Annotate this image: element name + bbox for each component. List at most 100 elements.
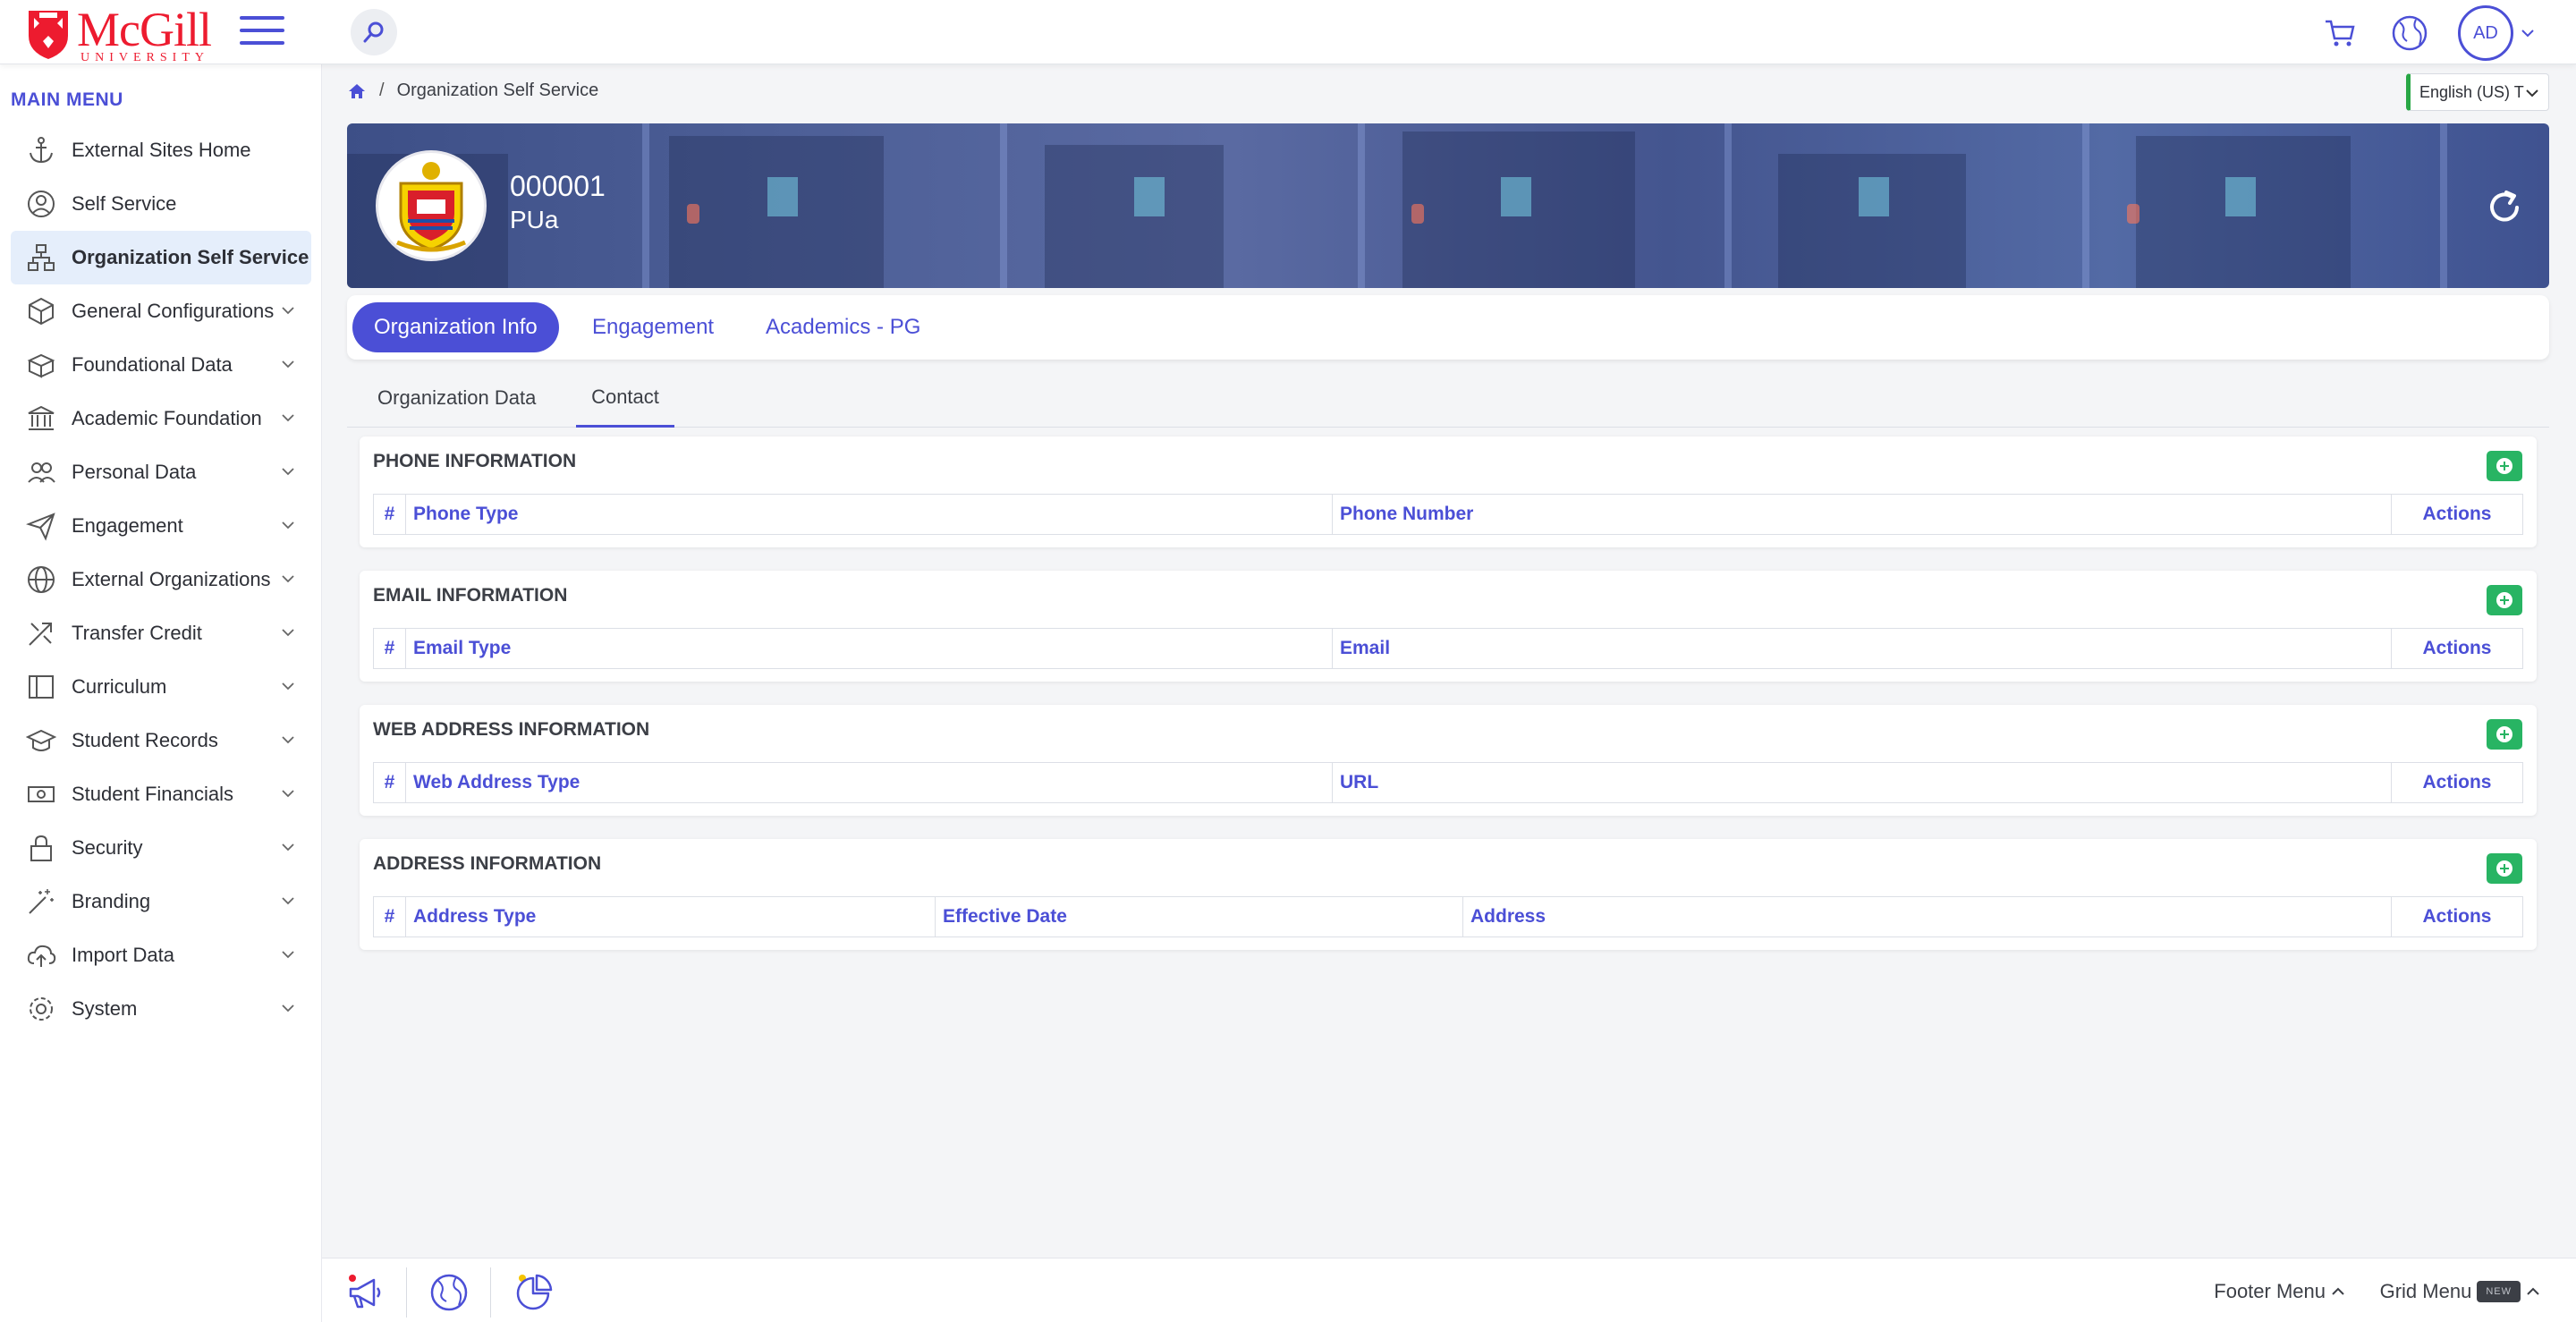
- organization-logo: [376, 150, 487, 261]
- sidebar-item-label: Academic Foundation: [72, 407, 262, 429]
- sidebar-item-personal-data[interactable]: Personal Data: [11, 445, 311, 499]
- footer-menu-label: Footer Menu: [2214, 1280, 2326, 1302]
- analytics-button[interactable]: [512, 1271, 555, 1314]
- grid-menu-toggle[interactable]: Grid Menu NEW: [2380, 1280, 2540, 1303]
- chevron-down-icon: [282, 468, 294, 476]
- add-email-button[interactable]: [2487, 585, 2522, 615]
- column-header[interactable]: URL: [1333, 763, 2392, 802]
- web-address-information-section: WEB ADDRESS INFORMATION # Web Address Ty…: [360, 705, 2537, 816]
- chevron-down-icon: [282, 790, 294, 798]
- add-web-address-button[interactable]: [2487, 719, 2522, 750]
- column-header: Actions: [2422, 906, 2492, 927]
- people-icon: [25, 456, 57, 488]
- sidebar-item-label: Organization Self Service: [72, 246, 309, 268]
- anchor-icon: [25, 134, 57, 166]
- primary-tabs: Organization Info Engagement Academics -…: [347, 295, 2549, 360]
- search-button[interactable]: [351, 9, 397, 55]
- sidebar-item-organization-self-service[interactable]: Organization Self Service: [11, 231, 311, 284]
- chevron-down-icon: [2526, 89, 2538, 97]
- sidebar-item-external-sites-home[interactable]: External Sites Home: [11, 123, 311, 177]
- sidebar-item-security[interactable]: Security: [11, 821, 311, 875]
- phone-information-section: PHONE INFORMATION # Phone Type Phone Num…: [360, 436, 2537, 547]
- tab-engagement[interactable]: Engagement: [571, 302, 735, 352]
- column-header[interactable]: Email Type: [406, 629, 1333, 668]
- main-content: / Organization Self Service English (US)…: [322, 64, 2576, 1258]
- book-icon: [25, 671, 57, 703]
- chevron-down-icon: [282, 843, 294, 852]
- sidebar-item-external-organizations[interactable]: External Organizations: [11, 553, 311, 606]
- avatar[interactable]: AD: [2458, 5, 2513, 61]
- sidebar-item-label: Security: [72, 836, 143, 859]
- crest-icon: [29, 11, 68, 59]
- sidebar-item-label: Personal Data: [72, 461, 197, 483]
- sidebar-item-import-data[interactable]: Import Data: [11, 928, 311, 982]
- mcgill-logo[interactable]: McGill UNIVERSITY: [27, 5, 212, 64]
- globe-button[interactable]: [2388, 12, 2431, 55]
- sidebar-item-label: External Sites Home: [72, 139, 251, 161]
- subtab-organization-data[interactable]: Organization Data: [363, 369, 550, 428]
- subtab-contact[interactable]: Contact: [576, 369, 674, 428]
- globe-icon: [2392, 15, 2428, 51]
- announcements-button[interactable]: [343, 1271, 386, 1314]
- tab-organization-info[interactable]: Organization Info: [352, 302, 559, 352]
- crest-icon: [396, 162, 466, 252]
- column-header: #: [374, 629, 406, 668]
- language-select[interactable]: English (US) T: [2406, 73, 2549, 111]
- sidebar-item-student-records[interactable]: Student Records: [11, 714, 311, 767]
- cube-icon: [25, 295, 57, 327]
- footer-menu-toggle[interactable]: Footer Menu: [2214, 1280, 2345, 1303]
- user-menu[interactable]: AD: [2458, 5, 2535, 61]
- main-menu: External Sites Home Self Service Organiz…: [11, 123, 311, 1036]
- column-header[interactable]: Address: [1463, 897, 2392, 936]
- organization-code: 000001: [510, 170, 606, 202]
- email-table: # Email Type Email Actions: [373, 628, 2523, 669]
- column-header[interactable]: Phone Number: [1333, 495, 2392, 534]
- sidebar-item-student-financials[interactable]: Student Financials: [11, 767, 311, 821]
- column-header[interactable]: Web Address Type: [406, 763, 1333, 802]
- sidebar-item-label: Import Data: [72, 944, 174, 966]
- column-header: Actions: [2422, 504, 2492, 524]
- sidebar-item-self-service[interactable]: Self Service: [11, 177, 311, 231]
- web-address-table: # Web Address Type URL Actions: [373, 762, 2523, 803]
- chevron-down-icon: [282, 360, 294, 369]
- organization-name: PUa: [510, 206, 559, 233]
- cart-button[interactable]: [2318, 12, 2361, 55]
- sidebar-item-academic-foundation[interactable]: Academic Foundation: [11, 392, 311, 445]
- org-chart-icon: [25, 242, 57, 274]
- chevron-down-icon: [282, 897, 294, 905]
- phone-table: # Phone Type Phone Number Actions: [373, 494, 2523, 535]
- sidebar-item-curriculum[interactable]: Curriculum: [11, 660, 311, 714]
- section-title: WEB ADDRESS INFORMATION: [373, 719, 650, 740]
- refresh-icon[interactable]: [2485, 188, 2524, 227]
- column-header[interactable]: Effective Date: [936, 897, 1463, 936]
- menu-title: MAIN MENU: [11, 89, 123, 110]
- column-header[interactable]: Address Type: [406, 897, 936, 936]
- address-table: # Address Type Effective Date Address Ac…: [373, 896, 2523, 937]
- sidebar-item-branding[interactable]: Branding: [11, 875, 311, 928]
- globe-footer-button[interactable]: [428, 1271, 470, 1314]
- sidebar-item-label: Engagement: [72, 514, 183, 537]
- tab-academics-pg[interactable]: Academics - PG: [744, 302, 942, 352]
- grid-menu-label: Grid Menu: [2379, 1280, 2472, 1302]
- institution-icon: [25, 403, 57, 435]
- footer-bar: Footer Menu Grid Menu NEW: [322, 1258, 2576, 1322]
- sidebar-item-system[interactable]: System: [11, 982, 311, 1036]
- add-address-button[interactable]: [2487, 853, 2522, 884]
- add-phone-button[interactable]: [2487, 451, 2522, 481]
- sidebar-item-general-configurations[interactable]: General Configurations: [11, 284, 311, 338]
- magic-wand-icon: [25, 886, 57, 918]
- home-icon[interactable]: [347, 81, 367, 101]
- lock-icon: [25, 832, 57, 864]
- chevron-down-icon: [282, 1004, 294, 1013]
- hamburger-icon[interactable]: [240, 16, 284, 48]
- boxes-icon: [25, 349, 57, 381]
- chevron-down-icon: [282, 951, 294, 959]
- sidebar-item-transfer-credit[interactable]: Transfer Credit: [11, 606, 311, 660]
- sidebar-item-engagement[interactable]: Engagement: [11, 499, 311, 553]
- section-title: EMAIL INFORMATION: [373, 585, 568, 606]
- chevron-down-icon: [282, 307, 294, 315]
- graduation-cap-icon: [25, 725, 57, 757]
- column-header[interactable]: Phone Type: [406, 495, 1333, 534]
- sidebar-item-foundational-data[interactable]: Foundational Data: [11, 338, 311, 392]
- column-header[interactable]: Email: [1333, 629, 2392, 668]
